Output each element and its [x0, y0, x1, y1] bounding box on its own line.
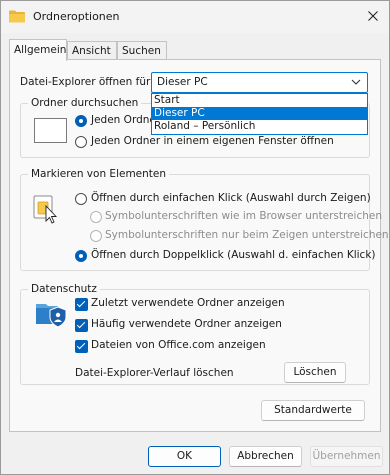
folder-options-dialog: Ordneroptionen Allgemein Ansicht Suchen …: [0, 0, 390, 475]
dropdown-option-personal[interactable]: Roland – Persönlich: [152, 120, 367, 133]
radio-single-click-label: Öffnen durch einfachen Klick (Auswahl du…: [91, 192, 371, 204]
radio-single-click[interactable]: [75, 193, 87, 205]
explorer-open-combobox[interactable]: Dieser PC: [151, 72, 368, 93]
explorer-open-dropdown-list: Start Dieser PC Roland – Persönlich: [151, 93, 368, 135]
checkbox-frequent-folders-label: Häufig verwendete Ordner anzeigen: [91, 318, 282, 330]
dropdown-option-start-label: Start: [154, 94, 180, 106]
checkbox-frequent-folders[interactable]: [75, 319, 88, 332]
folder-window-thumbnail: [34, 118, 67, 143]
dropdown-option-this-pc[interactable]: Dieser PC: [152, 107, 367, 120]
tab-view-label: Ansicht: [72, 45, 111, 57]
radio-own-window-label: Jeden Ordner in einem eigenen Fenster öf…: [91, 135, 334, 147]
chevron-down-icon: [351, 79, 361, 85]
apply-button[interactable]: Übernehmen: [310, 446, 383, 467]
close-icon: [368, 11, 378, 21]
privacy-icon: [36, 304, 67, 328]
radio-underline-browser-label: Symbolunterschriften wie im Browser unte…: [105, 210, 382, 222]
close-button[interactable]: [357, 1, 389, 31]
radio-underline-hover-label: Symbolunterschriften nur beim Zeigen unt…: [105, 229, 389, 241]
explorer-open-label: Datei-Explorer öffnen für:: [20, 76, 154, 88]
checkbox-recent-folders[interactable]: [75, 298, 88, 311]
restore-defaults-button[interactable]: Standardwerte: [261, 400, 365, 421]
click-items-title: Markieren von Elementen: [28, 168, 170, 180]
radio-same-window-label: Jeden Ordner: [91, 114, 161, 126]
tab-general[interactable]: Allgemein: [9, 39, 67, 61]
title-bar: Ordneroptionen: [1, 1, 389, 33]
clear-history-label: Datei-Explorer-Verlauf löschen: [75, 367, 234, 379]
radio-double-click[interactable]: [75, 250, 87, 262]
cancel-button[interactable]: Abbrechen: [229, 446, 302, 467]
explorer-open-value: Dieser PC: [157, 76, 208, 88]
ok-button-label: OK: [176, 450, 193, 462]
tab-view[interactable]: Ansicht: [67, 41, 117, 60]
dropdown-option-personal-label: Roland – Persönlich: [154, 120, 256, 132]
checkbox-office-files-label: Dateien von Office.com anzeigen: [91, 339, 266, 351]
restore-defaults-button-label: Standardwerte: [274, 404, 352, 416]
clear-history-button-label: Löschen: [293, 366, 337, 378]
dropdown-option-this-pc-label: Dieser PC: [154, 107, 205, 119]
cancel-button-label: Abbrechen: [237, 450, 294, 462]
window-title: Ordneroptionen: [33, 10, 120, 23]
checkbox-office-files[interactable]: [75, 340, 88, 353]
radio-underline-browser[interactable]: [90, 211, 102, 223]
radio-double-click-label: Öffnen durch Doppelklick (Auswahl d. ein…: [91, 249, 376, 261]
folder-icon: [9, 10, 25, 23]
privacy-title: Datenschutz: [28, 283, 100, 295]
apply-button-label: Übernehmen: [312, 450, 381, 462]
tab-bar: Allgemein Ansicht Suchen: [9, 39, 381, 61]
tab-search-label: Suchen: [122, 45, 161, 57]
tab-general-label: Allgemein: [14, 44, 67, 56]
radio-same-window[interactable]: [75, 115, 87, 127]
ok-button[interactable]: OK: [148, 446, 221, 467]
radio-underline-hover[interactable]: [90, 230, 102, 242]
tab-search[interactable]: Suchen: [117, 41, 167, 60]
browse-folders-title: Ordner durchsuchen: [28, 97, 142, 109]
dropdown-option-start[interactable]: Start: [152, 94, 367, 107]
radio-own-window[interactable]: [75, 136, 87, 148]
pointer-click-icon: [33, 195, 58, 224]
checkbox-recent-folders-label: Zuletzt verwendete Ordner anzeigen: [91, 297, 285, 309]
clear-history-button[interactable]: Löschen: [284, 362, 346, 383]
